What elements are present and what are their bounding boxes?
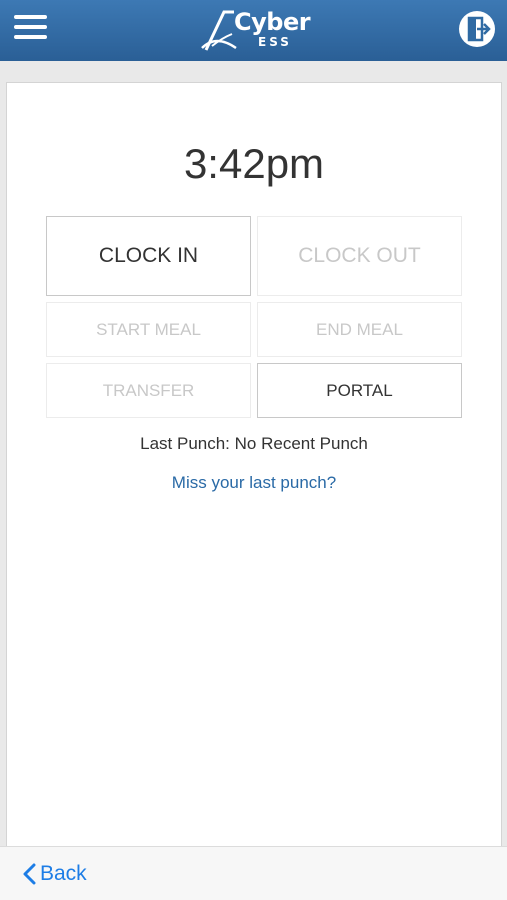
logo-text: Cyber <box>234 8 311 36</box>
app-header: Cyber ESS <box>0 0 507 61</box>
clock-out-button[interactable]: CLOCK OUT <box>257 216 462 296</box>
last-punch-status: Last Punch: No Recent Punch <box>140 434 368 453</box>
transfer-button[interactable]: TRANSFER <box>46 363 251 418</box>
back-label: Back <box>40 862 87 885</box>
start-meal-button[interactable]: START MEAL <box>46 302 251 357</box>
current-time: 3:42pm <box>183 140 325 187</box>
hamburger-menu-icon[interactable] <box>14 13 48 43</box>
punch-card: 3:42pm CLOCK IN CLOCK OUT START MEAL END… <box>6 82 502 857</box>
logout-icon[interactable] <box>459 11 495 47</box>
cyber-ess-logo: Cyber ESS <box>198 4 318 56</box>
chevron-left-icon <box>23 863 36 885</box>
clock-in-button[interactable]: CLOCK IN <box>46 216 251 296</box>
back-button[interactable]: Back <box>22 861 87 887</box>
end-meal-button[interactable]: END MEAL <box>257 302 462 357</box>
miss-punch-link[interactable]: Miss your last punch? <box>7 473 501 493</box>
portal-button[interactable]: PORTAL <box>257 363 462 418</box>
logo-subtext: ESS <box>258 35 292 49</box>
bottom-toolbar: Back <box>0 846 507 900</box>
